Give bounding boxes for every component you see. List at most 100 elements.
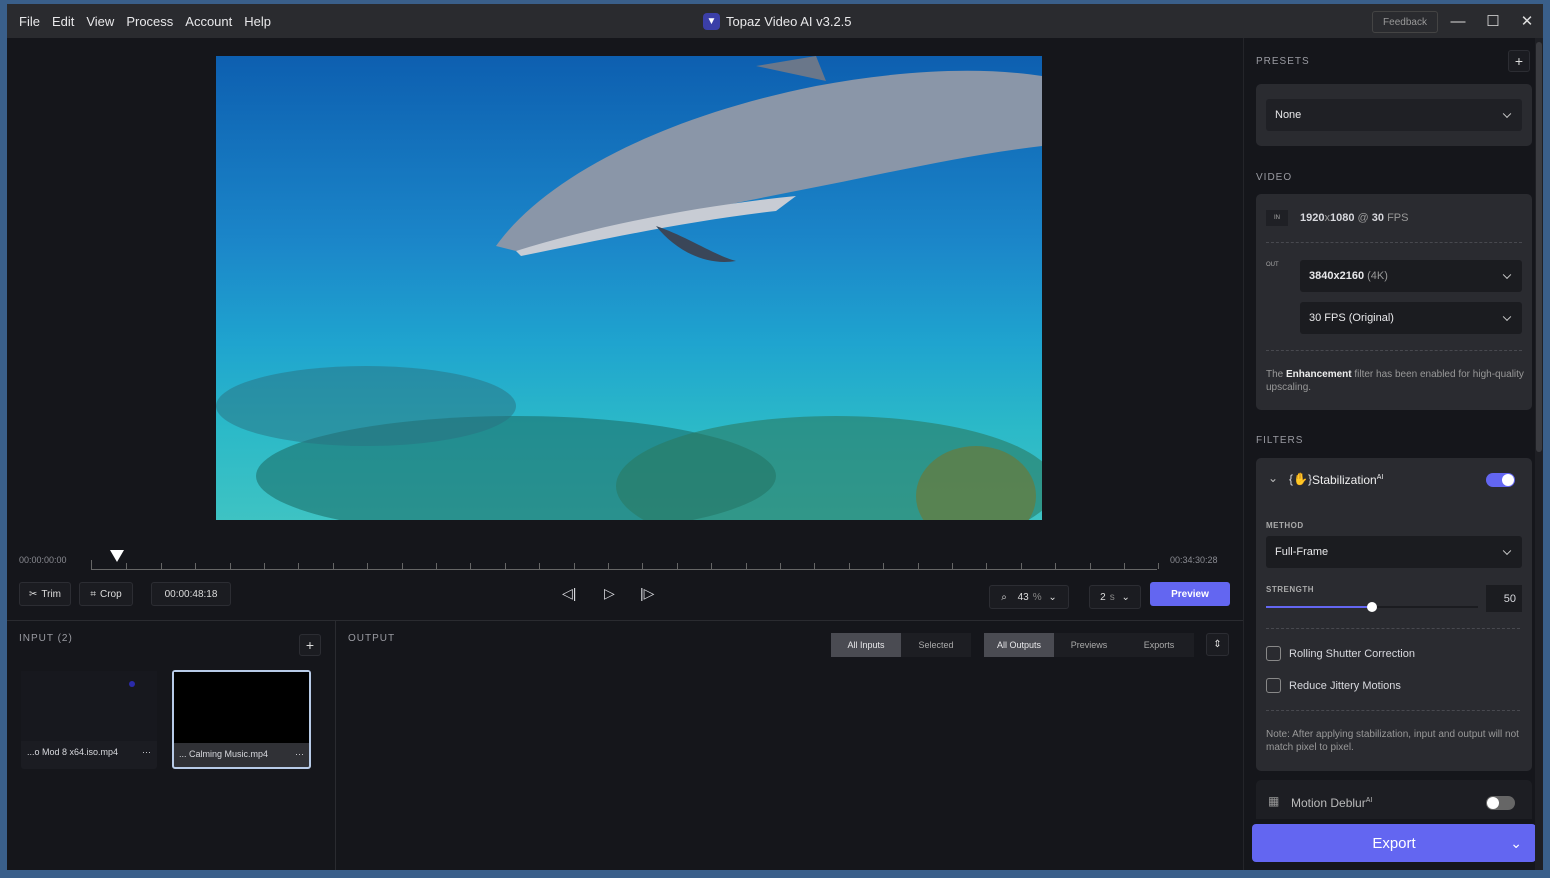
timeline-tick <box>1020 563 1022 569</box>
more-icon[interactable]: ··· <box>295 749 304 759</box>
rolling-shutter-checkbox[interactable]: Rolling Shutter Correction <box>1266 646 1415 661</box>
maximize-icon[interactable]: ☐ <box>1481 10 1505 32</box>
output-title: OUTPUT <box>348 633 396 644</box>
timeline-tick <box>608 563 609 569</box>
output-filter-tabs: All Outputs Previews Exports <box>984 633 1194 657</box>
next-frame-icon[interactable]: |▷ <box>640 585 654 602</box>
timeline-tick <box>332 563 334 569</box>
crop-button[interactable]: ⌗ Crop <box>79 582 133 606</box>
timeline-tick <box>367 563 369 569</box>
divider <box>1266 710 1520 711</box>
timeline-tick <box>1055 563 1057 569</box>
play-icon[interactable]: ▷ <box>604 585 615 602</box>
collapse-chevron-icon[interactable]: ⌄ <box>1268 471 1278 485</box>
divider <box>7 620 1243 621</box>
output-resolution-dropdown[interactable]: 3840x2160 (4K) <box>1300 260 1522 292</box>
timeline-tick <box>229 563 231 569</box>
input-title: INPUT (2) <box>19 633 73 644</box>
timeline-tick <box>642 563 644 569</box>
tab-previews[interactable]: Previews <box>1054 633 1124 657</box>
close-icon[interactable]: ✕ <box>1515 10 1539 32</box>
file-name: ...o Mod 8 x64.iso.mp4 <box>27 747 119 757</box>
method-value: Full-Frame <box>1275 546 1329 558</box>
stabilization-icon: {✋} <box>1289 472 1312 486</box>
filters-title: FILTERS <box>1256 435 1304 446</box>
chevron-down-icon <box>1502 312 1512 322</box>
motion-deblur-toggle[interactable] <box>1486 796 1515 810</box>
method-dropdown[interactable]: Full-Frame <box>1266 536 1522 568</box>
scrollbar[interactable] <box>1535 38 1543 870</box>
chevron-down-icon <box>1502 109 1512 119</box>
trim-label: Trim <box>41 588 61 600</box>
timeline-tick <box>745 563 747 569</box>
settings-panel: PRESETS + None VIDEO IN 1920x1080 @ 30 F… <box>1243 38 1536 870</box>
crop-label: Crop <box>99 588 122 600</box>
menu-file[interactable]: File <box>19 14 40 29</box>
method-label: METHOD <box>1266 521 1304 530</box>
timeline-tick <box>711 563 713 569</box>
preview-duration-dropdown[interactable]: 2s ⌄ <box>1089 585 1141 609</box>
minimize-icon[interactable]: — <box>1446 10 1470 32</box>
menu-account[interactable]: Account <box>185 14 232 29</box>
video-preview[interactable] <box>216 56 1042 520</box>
window-title: ▼ Topaz Video AI v3.2.5 <box>703 13 852 30</box>
more-icon[interactable]: ··· <box>142 747 151 757</box>
export-button[interactable]: Export ⌄ <box>1252 824 1536 862</box>
menu-process[interactable]: Process <box>126 14 173 29</box>
strength-input[interactable]: 50 <box>1486 585 1522 612</box>
menu-edit[interactable]: Edit <box>52 14 74 29</box>
preset-value: None <box>1275 109 1302 121</box>
timeline-end-time: 00:34:30:28 <box>1170 555 1218 565</box>
stabilization-card: ⌄ {✋} StabilizationAI METHOD Full-Frame … <box>1256 458 1532 771</box>
input-filter-tabs: All Inputs Selected <box>831 633 971 657</box>
zoom-icon: ⌕ <box>1001 591 1007 603</box>
tab-all-outputs[interactable]: All Outputs <box>984 633 1054 657</box>
video-frame-image <box>216 56 1042 520</box>
reduce-jittery-checkbox[interactable]: Reduce Jittery Motions <box>1266 678 1401 693</box>
timeline-track[interactable] <box>91 560 1160 570</box>
duration-unit: s <box>1109 591 1115 603</box>
divider <box>335 620 336 870</box>
tab-exports[interactable]: Exports <box>1124 633 1194 657</box>
zoom-value: 43 <box>1017 591 1029 603</box>
motion-deblur-icon: ▦ <box>1268 794 1280 808</box>
tab-all-inputs[interactable]: All Inputs <box>831 633 901 657</box>
sort-icon[interactable]: ⇕ <box>1206 633 1229 656</box>
preview-button[interactable]: Preview <box>1150 582 1230 606</box>
scissors-icon: ✂ <box>28 588 38 600</box>
video-card: IN 1920x1080 @ 30 FPS OUT 3840x2160 (4K)… <box>1256 194 1532 410</box>
stabilization-toggle[interactable] <box>1486 473 1515 487</box>
tab-selected[interactable]: Selected <box>901 633 971 657</box>
out-badge: OUT <box>1266 262 1279 268</box>
export-label: Export <box>1372 834 1416 852</box>
app-title: Topaz Video AI v3.2.5 <box>726 14 852 29</box>
previous-frame-icon[interactable]: ◁| <box>562 585 576 602</box>
add-input-icon[interactable]: + <box>299 634 321 656</box>
strength-slider[interactable] <box>1266 602 1478 612</box>
timeline-tick <box>952 563 953 569</box>
timeline-start-time: 00:00:00:00 <box>19 555 67 565</box>
input-file-card-selected[interactable]: ... Calming Music.mp4 ··· <box>172 670 311 769</box>
presets-dropdown[interactable]: None <box>1266 99 1522 131</box>
feedback-button[interactable]: Feedback <box>1372 11 1438 33</box>
out-res-note: (4K) <box>1367 270 1388 282</box>
chevron-down-icon[interactable]: ⌄ <box>1510 835 1522 852</box>
menu-view[interactable]: View <box>86 14 114 29</box>
timeline-tick <box>676 563 678 569</box>
chevron-down-icon <box>1502 546 1512 556</box>
timeline-tick <box>401 563 403 569</box>
output-fps-dropdown[interactable]: 30 FPS (Original) <box>1300 302 1522 334</box>
menu-help[interactable]: Help <box>244 14 271 29</box>
in-badge: IN <box>1266 210 1288 226</box>
file-name: ... Calming Music.mp4 <box>179 749 269 759</box>
add-preset-icon[interactable]: + <box>1508 50 1530 72</box>
timeline-tick <box>986 563 988 569</box>
playhead-handle[interactable] <box>109 550 124 562</box>
input-file-card[interactable]: ...o Mod 8 x64.iso.mp4 ··· <box>21 671 157 769</box>
trim-button[interactable]: ✂ Trim <box>19 582 71 606</box>
video-title: VIDEO <box>1256 172 1293 183</box>
zoom-dropdown[interactable]: ⌕ 43% ⌄ <box>989 585 1069 609</box>
timeline-tick <box>848 563 850 569</box>
timecode-field[interactable]: 00:00:48:18 <box>151 582 231 606</box>
zoom-unit: % <box>1032 591 1042 603</box>
